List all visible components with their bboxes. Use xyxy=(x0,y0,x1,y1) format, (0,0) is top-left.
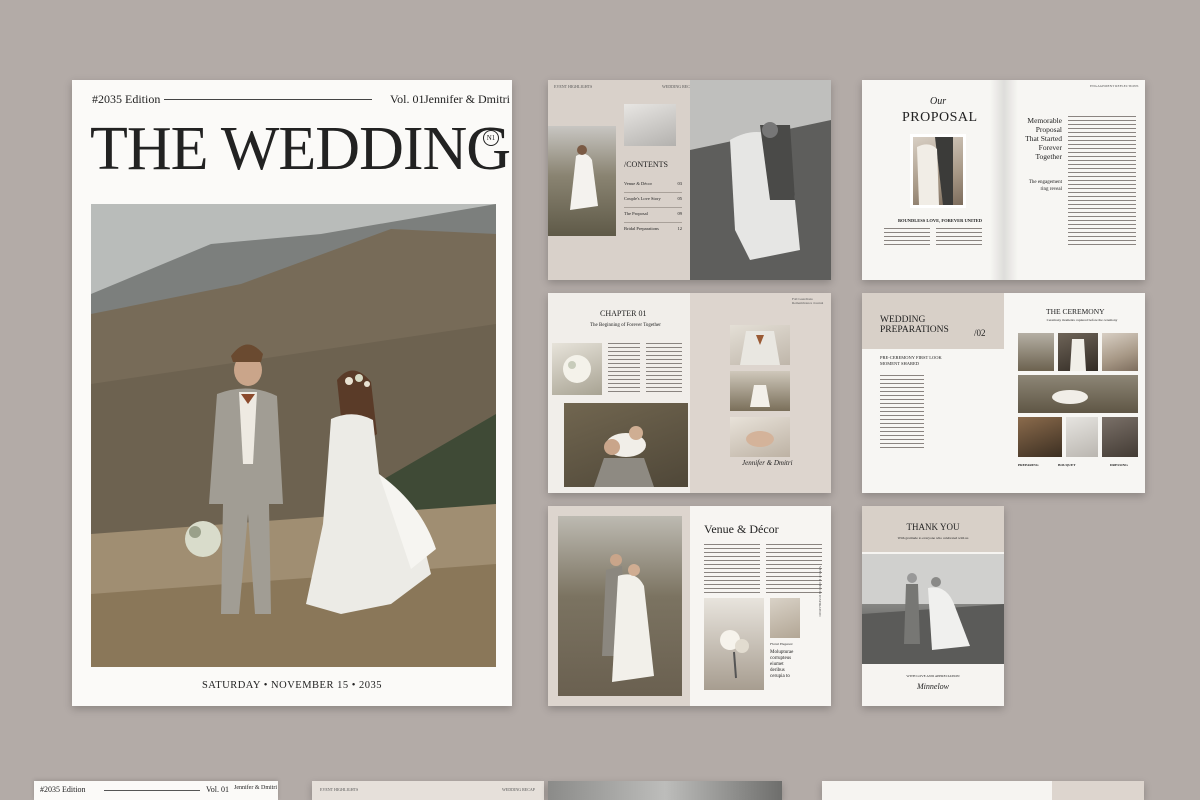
bottom-cover-preview[interactable]: #2035 Edition Vol. 01 Jennifer & Dmitri xyxy=(34,781,278,800)
ceremony-photo-6 xyxy=(1066,417,1098,457)
proposal-photo xyxy=(910,134,966,208)
contents-header-left: EVENT HIGHLIGHTS xyxy=(554,84,593,89)
contents-title: /CONTENTS xyxy=(624,160,668,169)
chapter-number: CHAPTER 01 xyxy=(600,309,647,318)
ceremony-photo-5 xyxy=(1018,417,1062,457)
venue-side-text: VENUE & DECOR INSPIRATION xyxy=(818,566,822,617)
bottom-header-left: EVENT HIGHLIGHTS xyxy=(320,787,359,792)
contents-list: Venue & Décor 03 Couple's Love Story 05 Th… xyxy=(624,178,682,237)
ceremony-label-1: PREPARING xyxy=(1018,463,1039,467)
contents-item[interactable]: Venue & Décor 03 xyxy=(624,178,682,193)
ceremony-sub: Ceremony moments captured before the cer… xyxy=(1046,318,1118,322)
prep-text xyxy=(880,375,924,451)
thankyou-photo xyxy=(862,554,1004,664)
ceremony-photo-1 xyxy=(1018,333,1054,371)
proposal-header-right: ENGAGEMENT REFLECTIONS xyxy=(1090,84,1139,88)
proposal-text-left-a xyxy=(884,228,930,248)
contents-photo-kiss xyxy=(690,80,831,280)
contents-item[interactable]: Bridal Preparations 12 xyxy=(624,223,682,237)
cover-header-rule xyxy=(164,99,372,100)
cover-date-line: SATURDAY • NOVEMBER 15 • 2035 xyxy=(201,680,383,691)
thankyou-title: THANK YOU xyxy=(906,522,960,532)
page-thank-you[interactable]: THANK YOU With gratitude to everyone who… xyxy=(862,506,1004,706)
venue-text-b xyxy=(766,544,822,594)
cover-badge: N1 xyxy=(483,130,499,146)
bottom-photo-preview[interactable] xyxy=(548,781,782,800)
chapter-photo-bouquet xyxy=(552,343,602,395)
spread-proposal[interactable]: Our PROPOSAL BOUNDLESS LOVE, FOREVER UNI… xyxy=(862,80,1145,280)
thankyou-footer: WITH LOVE AND APPRECIATION xyxy=(906,674,960,678)
cover-volume: Vol. 01 xyxy=(390,92,425,106)
proposal-quote: Memorable Proposal That Started Forever … xyxy=(1025,116,1062,161)
contents-photo-left xyxy=(548,126,616,236)
chapter-header-right: Fall Guardians Remembrance Journal xyxy=(792,297,824,305)
proposal-gutter xyxy=(990,80,1018,280)
spread-venue[interactable]: Venue & Décor Floral Elegance Molupturae… xyxy=(548,506,831,706)
bottom-header-right: WEDDING RECAP xyxy=(502,787,535,792)
cover-couple: Jennifer & Dmitri xyxy=(424,92,510,106)
bottom-page-preview[interactable] xyxy=(822,781,1144,800)
chapter-photo-field xyxy=(730,371,790,411)
chapter-text-a xyxy=(608,343,640,393)
proposal-script: Our xyxy=(930,96,947,107)
cover-photo-couple xyxy=(91,204,496,667)
bottom-couple: Jennifer & Dmitri xyxy=(234,785,277,791)
proposal-caption: BOUNDLESS LOVE, FOREVER UNITED xyxy=(898,218,983,223)
chapter-signature: Jennifer & Dmitri xyxy=(742,459,793,467)
ceremony-label-3: DRESSING xyxy=(1110,463,1128,467)
ceremony-photo-7 xyxy=(1102,417,1138,457)
bottom-page-band xyxy=(1052,781,1144,800)
spread-preparations[interactable]: WEDDING PREPARATIONS /02 PRE-CEREMONY FI… xyxy=(862,293,1145,493)
proposal-title: PROPOSAL xyxy=(902,110,978,125)
spread-chapter[interactable]: CHAPTER 01 The Beginning of Forever Toge… xyxy=(548,293,831,493)
venue-photo-couple xyxy=(558,516,682,696)
bottom-spread-preview[interactable]: EVENT HIGHLIGHTS WEDDING RECAP xyxy=(312,781,544,800)
thankyou-sub: With gratitude to everyone who celebrate… xyxy=(897,536,969,540)
contents-item[interactable]: The Proposal 09 xyxy=(624,208,682,223)
prep-number: /02 xyxy=(974,328,986,338)
contents-photo-small-top xyxy=(624,104,676,146)
ceremony-label-2: BOUQUET xyxy=(1058,463,1076,467)
ceremony-photo-3 xyxy=(1102,333,1138,371)
chapter-subtitle: The Beginning of Forever Together xyxy=(590,323,661,328)
cover-title: THE WEDDING xyxy=(90,115,511,183)
chapter-photo-hands xyxy=(730,417,790,457)
contents-item[interactable]: Couple's Love Story 05 xyxy=(624,193,682,208)
prep-subhead: PRE-CEREMONY FIRST LOOK MOMENT SHARED xyxy=(880,355,942,366)
chapter-photo-groom xyxy=(730,325,790,365)
venue-note-head: Floral Elegance xyxy=(770,642,793,646)
ceremony-photo-2 xyxy=(1058,333,1098,371)
ceremony-photo-4 xyxy=(1018,375,1138,413)
venue-text-a xyxy=(704,544,760,594)
venue-photo-table xyxy=(704,598,764,690)
venue-photo-shoes xyxy=(770,598,800,638)
proposal-subquote: The engagement ring reveal xyxy=(1028,180,1062,192)
bottom-edition: #2035 Edition xyxy=(40,785,86,794)
prep-title: WEDDING PREPARATIONS xyxy=(880,315,949,336)
venue-title: Venue & Décor xyxy=(704,522,779,536)
bottom-volume: Vol. 01 xyxy=(206,785,229,794)
proposal-text-left-b xyxy=(936,228,982,248)
cover-edition: #2035 Edition xyxy=(92,92,161,106)
chapter-photo-lying xyxy=(564,403,688,487)
spread-contents[interactable]: EVENT HIGHLIGHTS WEDDING RECAP /CONTENTS… xyxy=(548,80,831,280)
proposal-text-right xyxy=(1068,116,1136,246)
venue-quote: Molupturae corrupteus eiumet deribus cer… xyxy=(770,650,794,679)
chapter-text-b xyxy=(646,343,682,393)
magazine-cover[interactable]: #2035 Edition Vol. 01 Jennifer & Dmitri … xyxy=(72,80,512,706)
bottom-header-rule xyxy=(104,790,200,791)
thankyou-signature: Minnelow xyxy=(917,682,949,691)
ceremony-title: THE CEREMONY xyxy=(1046,307,1105,316)
